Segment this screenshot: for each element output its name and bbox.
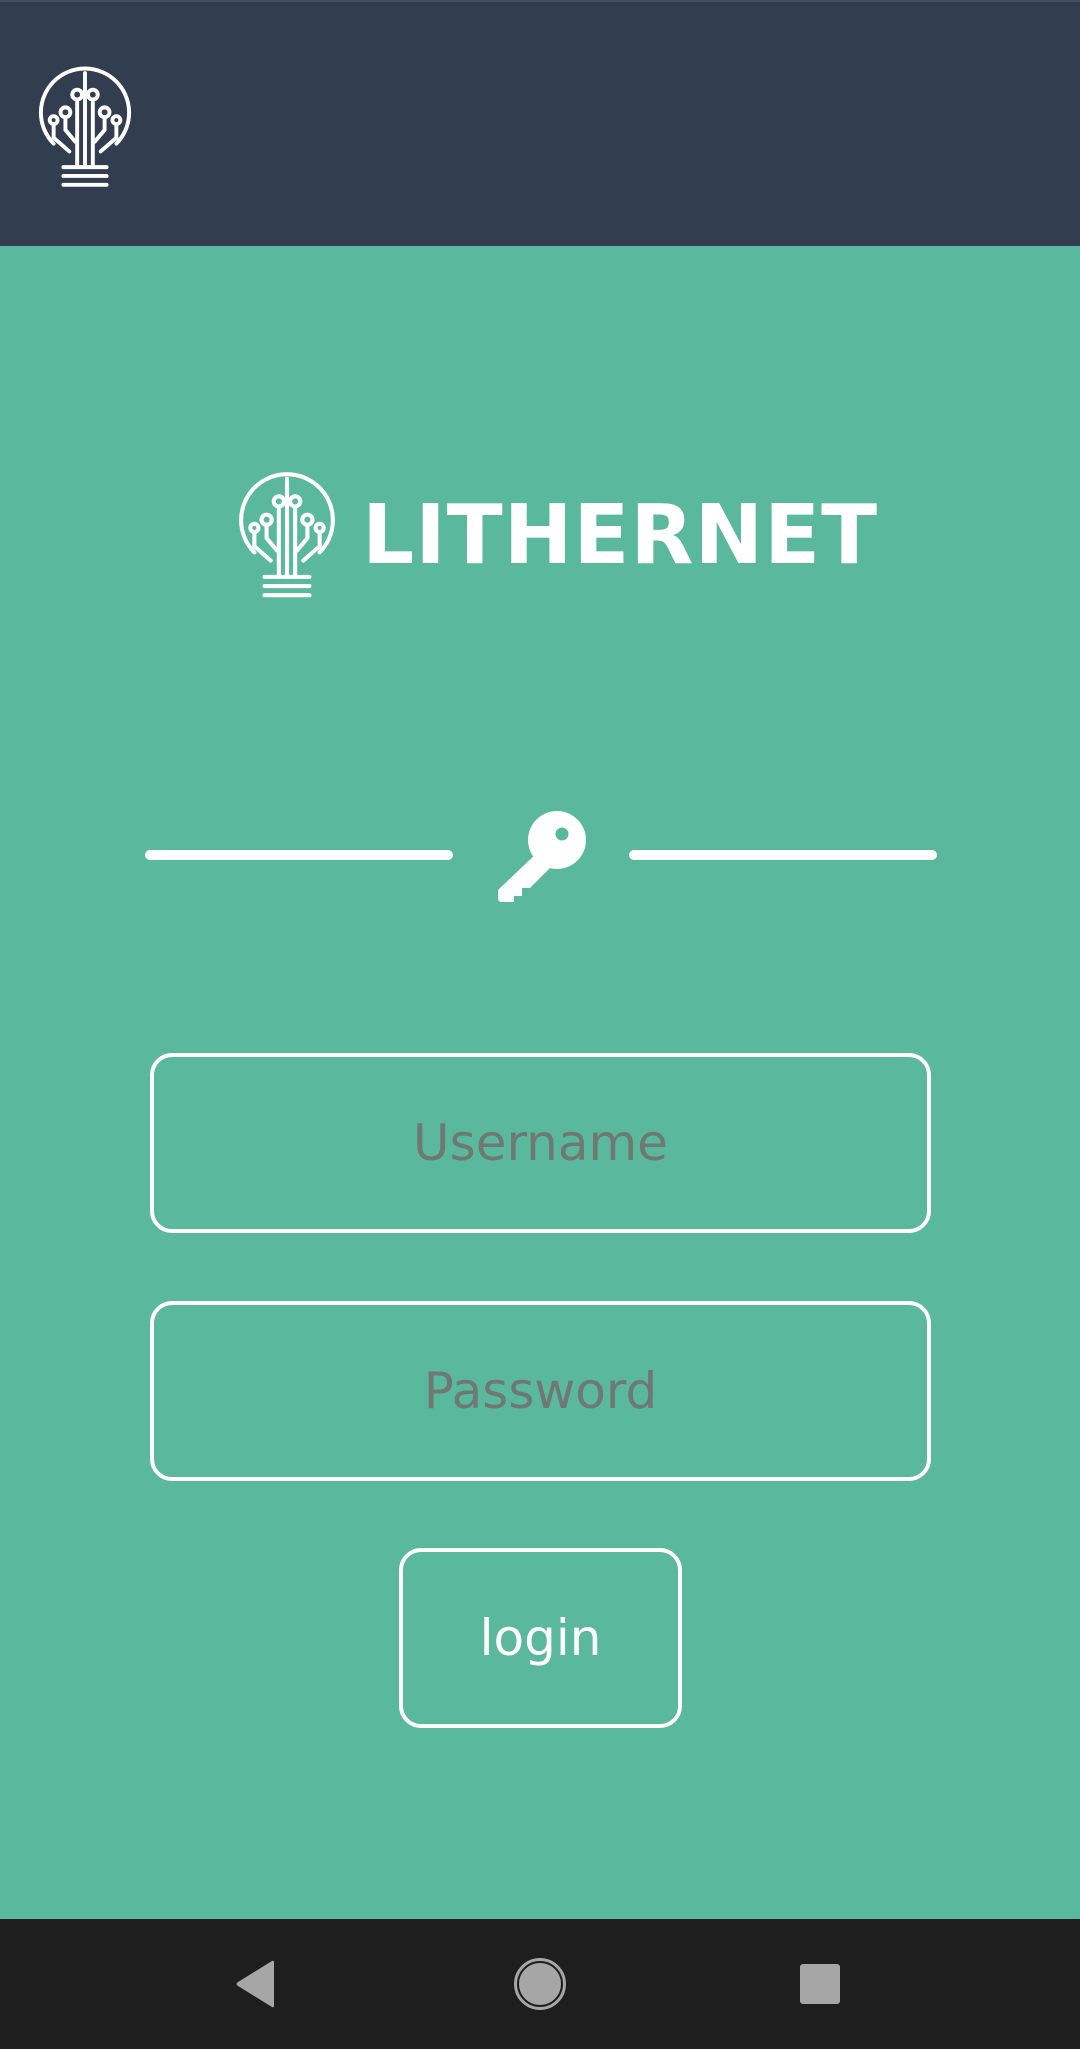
password-field[interactable]: Password bbox=[150, 1301, 931, 1481]
lightbulb-circuit-icon bbox=[239, 472, 335, 598]
password-placeholder: Password bbox=[423, 1362, 658, 1420]
brand-name: LITHERNET bbox=[362, 488, 879, 583]
login-button[interactable]: login bbox=[399, 1548, 682, 1728]
back-triangle-icon bbox=[236, 1960, 274, 2008]
divider-right bbox=[629, 850, 937, 860]
nav-home-button[interactable] bbox=[500, 1944, 580, 2024]
divider-left bbox=[145, 850, 453, 860]
login-screen: LITHERNET Username Password login bbox=[0, 246, 1080, 1919]
nav-recents-button[interactable] bbox=[780, 1944, 860, 2024]
username-placeholder: Username bbox=[413, 1114, 668, 1172]
home-circle-icon bbox=[514, 1958, 566, 2010]
top-app-bar bbox=[0, 0, 1080, 246]
system-navigation-bar bbox=[0, 1919, 1080, 2049]
recents-square-icon bbox=[800, 1964, 840, 2004]
login-button-label: login bbox=[479, 1609, 602, 1667]
key-icon bbox=[498, 811, 586, 902]
username-field[interactable]: Username bbox=[150, 1053, 931, 1233]
nav-back-button[interactable] bbox=[216, 1944, 296, 2024]
lightbulb-circuit-icon bbox=[38, 66, 132, 187]
brand-header: LITHERNET bbox=[236, 466, 877, 606]
